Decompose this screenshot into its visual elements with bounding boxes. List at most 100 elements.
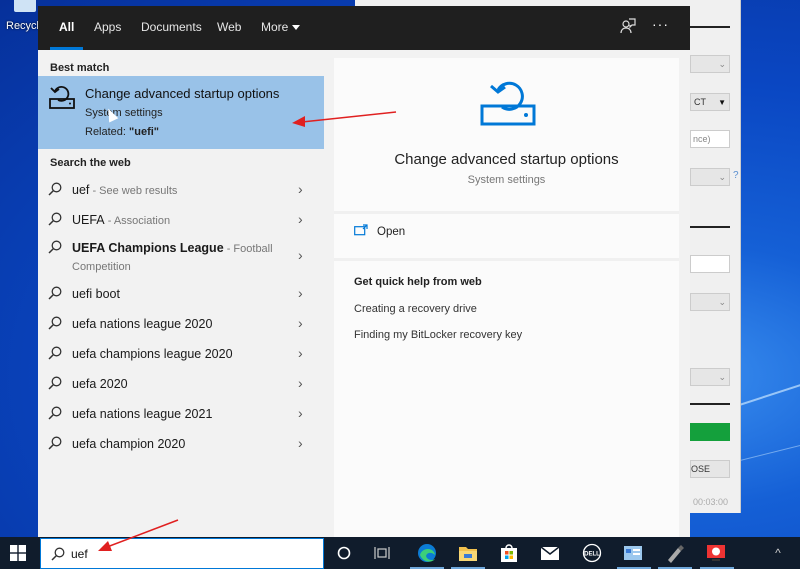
web-result-text: uefa champions league 2020 xyxy=(72,346,297,364)
recycle-bin[interactable]: Recycle xyxy=(0,0,45,40)
more-options-button[interactable]: ··· xyxy=(652,16,669,32)
web-result-text: uefa nations league 2020 xyxy=(72,316,297,334)
web-result-text: uefa champion 2020 xyxy=(72,436,297,454)
web-result-text: UEFA Champions League - Football Competi… xyxy=(72,240,297,276)
recycle-bin-icon xyxy=(14,0,36,12)
web-result-query: UEFA Champions League xyxy=(72,241,224,255)
text-field[interactable] xyxy=(690,255,730,273)
dropdown-field[interactable]: ⌄ xyxy=(690,368,730,386)
related-prefix: Related: xyxy=(85,126,130,138)
quick-help-link[interactable]: Finding my BitLocker recovery key xyxy=(354,329,522,341)
cortana-icon[interactable] xyxy=(333,543,355,563)
mail-icon[interactable] xyxy=(539,543,561,563)
web-result-item[interactable]: uefa 2020 › xyxy=(38,370,324,398)
task-view-icon[interactable] xyxy=(371,543,393,563)
search-icon xyxy=(48,286,62,300)
web-result-item[interactable]: UEFA Champions League - Football Competi… xyxy=(38,234,324,280)
divider xyxy=(334,258,679,261)
chevron-right-icon[interactable]: › xyxy=(298,247,303,263)
search-web-heading: Search the web xyxy=(50,157,131,169)
web-result-hint: - Association xyxy=(104,215,171,227)
taskbar: DELL ^ xyxy=(0,537,800,569)
tab-documents[interactable]: Documents xyxy=(141,20,202,34)
chevron-right-icon[interactable]: › xyxy=(298,435,303,451)
quick-help-link[interactable]: Creating a recovery drive xyxy=(354,303,477,315)
chevron-down-icon: ⌄ xyxy=(718,296,726,307)
dropdown-field[interactable]: ⌄ xyxy=(690,55,730,73)
related-term: "uefi" xyxy=(129,126,160,138)
chevron-right-icon[interactable]: › xyxy=(298,181,303,197)
dropdown-field[interactable]: ⌄ xyxy=(690,168,730,186)
web-result-item[interactable]: uef - See web results › xyxy=(38,176,324,204)
tab-apps[interactable]: Apps xyxy=(94,20,121,34)
web-result-text: UEFA - Association xyxy=(72,212,297,230)
best-match-subtitle: System settings xyxy=(85,107,163,119)
divider xyxy=(690,26,730,28)
chevron-right-icon[interactable]: › xyxy=(298,285,303,301)
web-result-item[interactable]: uefa nations league 2021 › xyxy=(38,400,324,428)
divider xyxy=(690,403,730,405)
taskbar-search-box[interactable] xyxy=(40,538,324,569)
tray-chevron-icon[interactable]: ^ xyxy=(767,543,789,563)
select-field[interactable]: CT ▼ xyxy=(690,93,730,111)
feedback-icon[interactable] xyxy=(620,18,636,34)
chevron-right-icon[interactable]: › xyxy=(298,375,303,391)
preview-title: Change advanced startup options xyxy=(394,151,619,168)
tab-more[interactable]: More xyxy=(261,20,301,34)
chevron-right-icon[interactable]: › xyxy=(298,345,303,361)
chevron-down-icon: ⌄ xyxy=(718,171,726,182)
text-field-placeholder: nce) xyxy=(693,134,711,144)
media-creation-icon[interactable] xyxy=(705,543,727,563)
close-button[interactable]: OSE xyxy=(690,460,730,478)
edge-icon[interactable] xyxy=(416,543,438,563)
chevron-down-icon: ⌄ xyxy=(718,371,726,382)
web-result-query: uefi boot xyxy=(72,287,120,301)
store-icon[interactable] xyxy=(498,543,520,563)
web-result-query: UEFA xyxy=(72,213,105,227)
search-tabs-bar: All Apps Documents Web More ··· xyxy=(38,6,690,50)
web-result-item[interactable]: uefi boot › xyxy=(38,280,324,308)
svg-text:DELL: DELL xyxy=(584,552,600,558)
tab-web[interactable]: Web xyxy=(217,20,241,34)
web-result-query: uefa 2020 xyxy=(72,377,128,391)
close-button-label: OSE xyxy=(691,464,711,474)
chevron-right-icon[interactable]: › xyxy=(298,211,303,227)
web-result-hint: - See web results xyxy=(89,185,178,197)
web-result-query: uefa champion 2020 xyxy=(72,437,186,451)
best-match-heading: Best match xyxy=(50,62,110,74)
preview-pane: Change advanced startup options System s… xyxy=(334,58,679,537)
help-icon[interactable]: ? xyxy=(733,170,739,181)
chevron-right-icon[interactable]: › xyxy=(298,315,303,331)
web-result-item[interactable]: uefa nations league 2020 › xyxy=(38,310,324,338)
web-result-text: uefi boot xyxy=(72,286,297,304)
search-icon xyxy=(48,240,62,254)
tab-all[interactable]: All xyxy=(59,20,74,34)
file-explorer-icon[interactable] xyxy=(457,543,479,563)
web-result-item[interactable]: uefa champions league 2020 › xyxy=(38,340,324,368)
timer-readout: 00:03:00 xyxy=(693,497,729,507)
search-icon xyxy=(48,316,62,330)
dropdown-field[interactable]: ⌄ xyxy=(690,293,730,311)
search-icon xyxy=(48,346,62,360)
quick-help-heading: Get quick help from web xyxy=(354,276,482,288)
chevron-right-icon[interactable]: › xyxy=(298,405,303,421)
web-result-item[interactable]: UEFA - Association › xyxy=(38,206,324,234)
best-match-item[interactable]: Change advanced startup options System s… xyxy=(38,76,324,149)
progress-bar xyxy=(690,423,730,441)
search-icon xyxy=(48,212,62,226)
search-icon xyxy=(48,376,62,390)
dropdown-arrow-icon: ▼ xyxy=(718,97,726,107)
text-field[interactable]: nce) xyxy=(690,130,730,148)
windows-start-icon[interactable] xyxy=(10,545,26,561)
dell-icon[interactable]: DELL xyxy=(581,543,603,563)
search-input[interactable] xyxy=(71,545,311,563)
best-match-related: Related: "uefi" xyxy=(85,126,159,138)
open-button[interactable]: Open xyxy=(354,222,554,246)
divider xyxy=(334,211,679,214)
caret-down-icon xyxy=(292,25,301,31)
control-panel-icon[interactable] xyxy=(622,543,644,563)
usb-tool-icon[interactable] xyxy=(663,543,685,563)
web-result-query: uefa nations league 2020 xyxy=(72,317,213,331)
web-result-item[interactable]: uefa champion 2020 › xyxy=(38,430,324,458)
advanced-startup-icon xyxy=(480,81,536,126)
